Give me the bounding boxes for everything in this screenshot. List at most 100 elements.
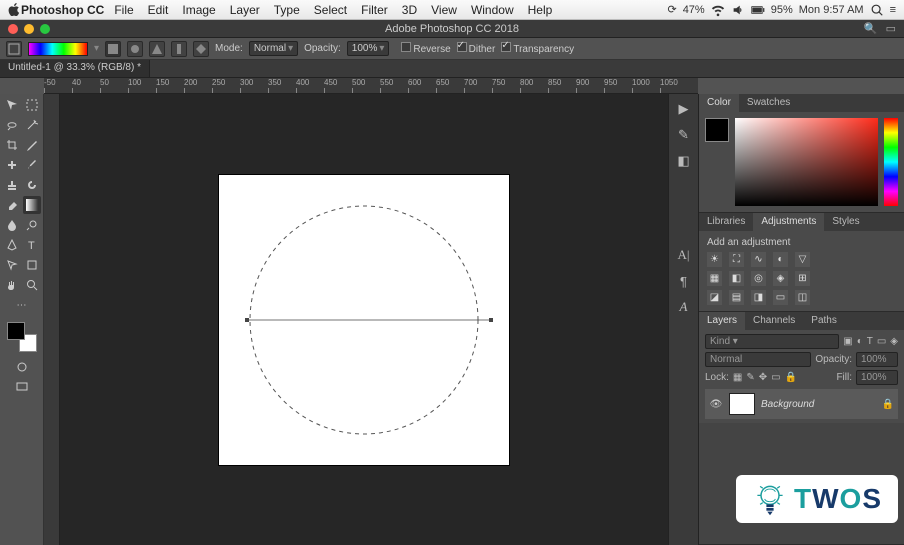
- layer-filter-kind[interactable]: Kind ▾: [705, 334, 839, 349]
- gradient-radial-icon[interactable]: [127, 41, 143, 57]
- glyph-panel-icon[interactable]: A: [675, 298, 693, 316]
- layer-row[interactable]: 👁 Background 🔒: [705, 389, 898, 419]
- tab-paths[interactable]: Paths: [803, 312, 845, 330]
- layer-thumbnail[interactable]: [729, 393, 755, 415]
- adj-mixer-icon[interactable]: ◈: [773, 271, 788, 286]
- adj-lut-icon[interactable]: ⊞: [795, 271, 810, 286]
- app-name[interactable]: Photoshop CC: [21, 3, 104, 17]
- lock-all-icon[interactable]: 🔒: [785, 372, 797, 383]
- search-icon[interactable]: [870, 3, 884, 17]
- move-tool[interactable]: [3, 96, 21, 114]
- char-panel-icon[interactable]: A|: [675, 246, 693, 264]
- file-tab[interactable]: Untitled-1 @ 33.3% (RGB/8) *: [0, 60, 150, 77]
- workspace-search-icon[interactable]: 🔍: [864, 22, 878, 35]
- shape-tool[interactable]: [23, 256, 41, 274]
- dodge-tool[interactable]: [23, 216, 41, 234]
- eyedropper-tool[interactable]: [23, 136, 41, 154]
- para-panel-icon[interactable]: ¶: [675, 272, 693, 290]
- tool-preset-icon[interactable]: [6, 41, 22, 57]
- tab-libraries[interactable]: Libraries: [699, 213, 753, 231]
- wifi-icon[interactable]: [711, 3, 725, 17]
- history-panel-icon[interactable]: ▶: [675, 100, 693, 118]
- lasso-tool[interactable]: [3, 116, 21, 134]
- menu-filter[interactable]: Filter: [361, 3, 388, 17]
- workspace-switcher[interactable]: ▭: [886, 22, 896, 35]
- filter-type-icon[interactable]: T: [867, 336, 873, 347]
- foreground-color[interactable]: [7, 322, 25, 340]
- blend-mode-select[interactable]: Normal ▾: [249, 41, 298, 56]
- quickmask-toggle[interactable]: [13, 358, 31, 376]
- wand-tool[interactable]: [23, 116, 41, 134]
- tab-swatches[interactable]: Swatches: [739, 94, 798, 112]
- tab-styles[interactable]: Styles: [824, 213, 867, 231]
- color-swatches[interactable]: [7, 322, 37, 352]
- gradient-diamond-icon[interactable]: [193, 41, 209, 57]
- menu-select[interactable]: Select: [314, 3, 347, 17]
- menu-file[interactable]: File: [114, 3, 133, 17]
- hue-slider[interactable]: [884, 118, 898, 206]
- brush-tool[interactable]: [23, 156, 41, 174]
- lock-position-icon[interactable]: ✥: [759, 372, 767, 383]
- filter-pixel-icon[interactable]: ▣: [843, 336, 852, 347]
- dither-checkbox[interactable]: [457, 42, 467, 52]
- pen-tool[interactable]: [3, 236, 21, 254]
- filter-adjust-icon[interactable]: ◐: [857, 336, 863, 347]
- adj-threshold-icon[interactable]: ◨: [751, 290, 766, 305]
- adj-selcolor-icon[interactable]: ◫: [795, 290, 810, 305]
- path-select-tool[interactable]: [3, 256, 21, 274]
- gradient-linear-icon[interactable]: [105, 41, 121, 57]
- adj-hue-icon[interactable]: ▦: [707, 271, 722, 286]
- close-button[interactable]: [8, 24, 18, 34]
- visibility-icon[interactable]: 👁: [709, 399, 723, 410]
- minimize-button[interactable]: [24, 24, 34, 34]
- hand-tool[interactable]: [3, 276, 21, 294]
- adj-bw-icon[interactable]: ◧: [729, 271, 744, 286]
- heal-tool[interactable]: [3, 156, 21, 174]
- stamp-tool[interactable]: [3, 176, 21, 194]
- adj-vibrance-icon[interactable]: ▽: [795, 252, 810, 267]
- apple-icon[interactable]: [8, 3, 21, 16]
- menu-icon[interactable]: ≡: [890, 4, 896, 16]
- gradient-tool[interactable]: [23, 196, 41, 214]
- zoom-button[interactable]: [40, 24, 50, 34]
- gradient-preview[interactable]: [28, 42, 88, 56]
- swatches-panel-icon[interactable]: ◧: [675, 152, 693, 170]
- menu-edit[interactable]: Edit: [148, 3, 169, 17]
- menu-image[interactable]: Image: [182, 3, 215, 17]
- menu-type[interactable]: Type: [274, 3, 300, 17]
- menu-window[interactable]: Window: [471, 3, 514, 17]
- crop-tool[interactable]: [3, 136, 21, 154]
- tab-adjustments[interactable]: Adjustments: [753, 213, 824, 231]
- blur-tool[interactable]: [3, 216, 21, 234]
- filter-smart-icon[interactable]: ◈: [890, 336, 898, 347]
- ruler-vertical[interactable]: [44, 94, 60, 545]
- volume-icon[interactable]: [731, 3, 745, 17]
- marquee-tool[interactable]: [23, 96, 41, 114]
- color-preview-fg[interactable]: [705, 118, 729, 142]
- edit-toolbar[interactable]: ⋯: [3, 296, 41, 314]
- clock[interactable]: Mon 9:57 AM: [799, 4, 864, 16]
- filter-shape-icon[interactable]: ▭: [877, 336, 886, 347]
- adj-levels-icon[interactable]: ⛶: [729, 252, 744, 267]
- color-field[interactable]: [735, 118, 878, 206]
- menu-3d[interactable]: 3D: [402, 3, 417, 17]
- adj-exposure-icon[interactable]: ◐: [773, 252, 788, 267]
- tab-color[interactable]: Color: [699, 94, 739, 112]
- adj-photo-filter-icon[interactable]: ◎: [751, 271, 766, 286]
- lock-artboard-icon[interactable]: ▭: [771, 372, 780, 383]
- tab-channels[interactable]: Channels: [745, 312, 803, 330]
- transparency-checkbox[interactable]: [501, 42, 511, 52]
- zoom-tool[interactable]: [23, 276, 41, 294]
- gradient-reflected-icon[interactable]: [171, 41, 187, 57]
- menu-help[interactable]: Help: [528, 3, 553, 17]
- reverse-checkbox[interactable]: [401, 42, 411, 52]
- document-canvas[interactable]: [219, 175, 509, 465]
- eraser-tool[interactable]: [3, 196, 21, 214]
- gradient-angle-icon[interactable]: [149, 41, 165, 57]
- screenmode-toggle[interactable]: [13, 378, 31, 396]
- adj-curves-icon[interactable]: ∿: [751, 252, 766, 267]
- adj-brightness-icon[interactable]: ☀: [707, 252, 722, 267]
- layer-opacity-value[interactable]: 100%: [856, 352, 898, 367]
- layer-fill-value[interactable]: 100%: [856, 370, 898, 385]
- lock-pixels-icon[interactable]: ✎: [746, 372, 754, 383]
